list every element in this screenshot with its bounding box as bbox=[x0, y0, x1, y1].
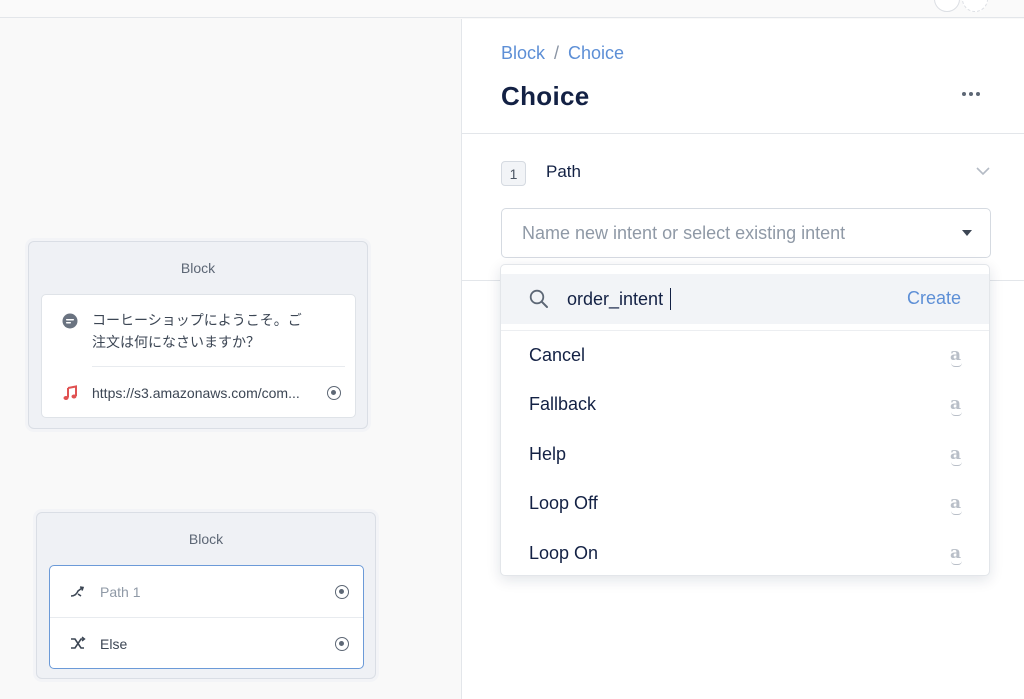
caret-down-icon bbox=[962, 230, 972, 236]
more-dot-icon bbox=[969, 92, 973, 96]
breadcrumb: Block / Choice bbox=[501, 43, 624, 64]
amazon-icon: a bbox=[949, 493, 963, 515]
breadcrumb-separator: / bbox=[554, 43, 560, 63]
more-dot-icon bbox=[962, 92, 966, 96]
else-step-label: Else bbox=[100, 636, 128, 652]
choice-block[interactable]: Block Path 1 Else bbox=[36, 512, 376, 679]
block-title: Block bbox=[180, 260, 216, 276]
add-collaborator-button[interactable] bbox=[962, 0, 988, 12]
intent-option-label: Fallback bbox=[529, 394, 597, 414]
dropdown-divider bbox=[501, 330, 989, 331]
search-icon bbox=[529, 289, 548, 308]
audio-url-text: https://s3.amazonaws.com/com... bbox=[92, 385, 300, 401]
amazon-icon: a bbox=[949, 543, 963, 565]
intent-search-input[interactable] bbox=[567, 286, 847, 312]
header-divider bbox=[462, 133, 1024, 134]
intent-search-row: Create bbox=[501, 274, 989, 324]
avatar[interactable] bbox=[934, 0, 960, 12]
amazon-icon: a bbox=[949, 345, 963, 367]
intent-dropdown: Create Cancel a Fallback a Help a Loop O… bbox=[500, 264, 990, 576]
block-steps: コーヒーショップにようこそ。ご注文は何になさいますか？ https://s3.a… bbox=[41, 294, 356, 418]
intent-option-cancel[interactable]: Cancel a bbox=[501, 332, 989, 381]
path-label: Path bbox=[546, 162, 581, 181]
intent-option-loop-off[interactable]: Loop Off a bbox=[501, 480, 989, 529]
intent-option-label: Loop Off bbox=[529, 493, 598, 513]
intent-option-label: Cancel bbox=[529, 345, 586, 365]
intent-option-help[interactable]: Help a bbox=[501, 431, 989, 480]
speak-step[interactable]: コーヒーショップにようこそ。ご注文は何になさいますか？ bbox=[42, 305, 355, 365]
text-cursor bbox=[670, 288, 671, 310]
speak-block[interactable]: Block コーヒーショップにようこそ。ご注文は何になさいますか？ https:… bbox=[28, 241, 368, 429]
path-number-badge: 1 bbox=[501, 161, 526, 186]
path-branch-icon bbox=[70, 584, 86, 600]
more-options-button[interactable] bbox=[959, 84, 983, 104]
breadcrumb-parent-link[interactable]: Block bbox=[501, 43, 545, 63]
more-dot-icon bbox=[976, 92, 980, 96]
page-title: Choice bbox=[501, 81, 590, 111]
connection-port[interactable] bbox=[327, 386, 341, 400]
intent-select[interactable]: Name new intent or select existing inten… bbox=[501, 208, 991, 258]
connection-port[interactable] bbox=[335, 637, 349, 651]
flow-canvas[interactable]: Block コーヒーショップにようこそ。ご注文は何になさいますか？ https:… bbox=[0, 19, 461, 699]
music-note-icon bbox=[62, 385, 78, 401]
speech-bubble-icon bbox=[62, 313, 78, 329]
audio-step[interactable]: https://s3.amazonaws.com/com... bbox=[42, 367, 355, 419]
toolbar-avatars bbox=[934, 0, 988, 12]
speak-step-text: コーヒーショップにようこそ。ご注文は何になさいますか？ bbox=[92, 312, 302, 350]
intent-select-placeholder: Name new intent or select existing inten… bbox=[522, 223, 846, 243]
top-toolbar bbox=[0, 0, 1024, 18]
breadcrumb-current[interactable]: Choice bbox=[568, 43, 624, 63]
path-step[interactable]: Path 1 bbox=[50, 566, 363, 618]
create-intent-button[interactable]: Create bbox=[907, 288, 961, 309]
block-title: Block bbox=[188, 531, 224, 547]
else-step[interactable]: Else bbox=[50, 618, 363, 670]
amazon-icon: a bbox=[949, 394, 963, 416]
connection-port[interactable] bbox=[335, 585, 349, 599]
shuffle-icon bbox=[70, 636, 86, 652]
intent-option-loop-on[interactable]: Loop On a bbox=[501, 530, 989, 575]
amazon-icon: a bbox=[949, 444, 963, 466]
chevron-down-icon[interactable] bbox=[976, 164, 990, 178]
intent-option-fallback[interactable]: Fallback a bbox=[501, 381, 989, 430]
block-steps: Path 1 Else bbox=[49, 565, 364, 669]
intent-option-label: Loop On bbox=[529, 543, 599, 563]
intent-option-label: Help bbox=[529, 444, 567, 464]
path-step-label: Path 1 bbox=[100, 584, 141, 600]
